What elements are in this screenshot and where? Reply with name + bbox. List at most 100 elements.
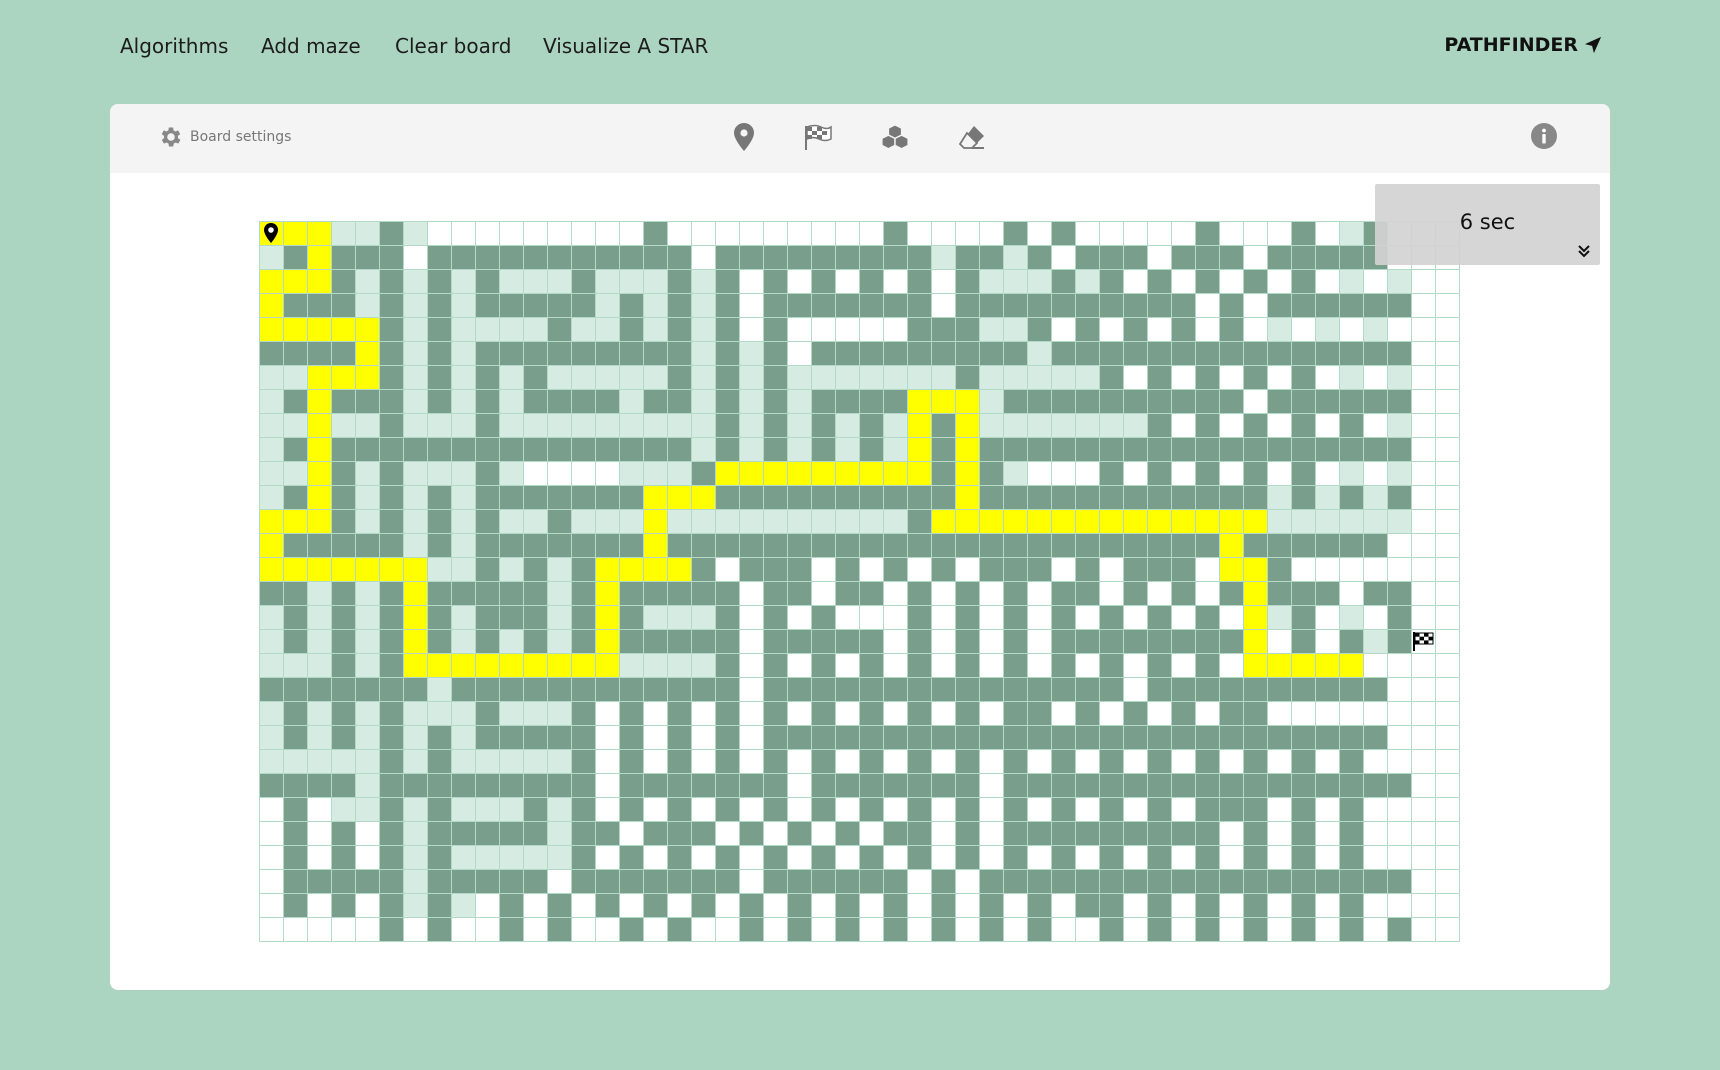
wall-cell[interactable] [763,533,788,558]
grid-cell[interactable] [1315,221,1340,246]
wall-cell[interactable] [811,869,836,894]
grid-cell[interactable] [1027,581,1052,606]
wall-cell[interactable] [571,629,596,654]
wall-cell[interactable] [1243,893,1268,918]
wall-cell[interactable] [883,245,908,270]
path-cell[interactable] [499,653,524,678]
visited-cell[interactable] [307,581,332,606]
visited-cell[interactable] [1387,365,1412,390]
wall-cell[interactable] [1099,773,1124,798]
wall-cell[interactable] [1123,629,1148,654]
wall-cell[interactable] [835,917,860,942]
wall-cell[interactable] [1363,773,1388,798]
visited-cell[interactable] [811,509,836,534]
wall-cell[interactable] [1243,725,1268,750]
wall-cell[interactable] [1339,773,1364,798]
path-cell[interactable] [355,365,380,390]
visited-cell[interactable] [667,461,692,486]
wall-cell[interactable] [1315,725,1340,750]
visited-cell[interactable] [475,749,500,774]
visited-cell[interactable] [547,749,572,774]
wall-cell[interactable] [835,725,860,750]
wall-cell[interactable] [619,701,644,726]
wall-cell[interactable] [811,293,836,318]
wall-cell[interactable] [1027,389,1052,414]
visited-cell[interactable] [259,485,284,510]
wall-cell[interactable] [1003,677,1028,702]
wall-cell[interactable] [787,917,812,942]
wall-cell[interactable] [1123,581,1148,606]
grid-cell[interactable] [667,893,692,918]
wall-cell[interactable] [715,293,740,318]
wall-cell[interactable] [835,869,860,894]
wall-cell[interactable] [1315,245,1340,270]
grid-cell[interactable] [1243,221,1268,246]
grid-cell[interactable] [1435,461,1460,486]
grid-cell[interactable] [523,893,548,918]
wall-cell[interactable] [1147,365,1172,390]
visited-cell[interactable] [307,701,332,726]
wall-cell[interactable] [571,245,596,270]
grid-cell[interactable] [907,557,932,582]
grid-cell[interactable] [739,869,764,894]
wall-cell[interactable] [1099,269,1124,294]
wall-cell[interactable] [1075,245,1100,270]
grid-cell[interactable] [1315,797,1340,822]
visited-cell[interactable] [691,293,716,318]
wall-cell[interactable] [499,437,524,462]
wall-cell[interactable] [1147,461,1172,486]
wall-cell[interactable] [595,341,620,366]
wall-cell[interactable] [1027,773,1052,798]
grid-cell[interactable] [1123,653,1148,678]
grid-cell[interactable] [1411,485,1436,510]
visited-cell[interactable] [523,317,548,342]
visited-cell[interactable] [355,509,380,534]
wall-cell[interactable] [1339,893,1364,918]
visited-cell[interactable] [499,365,524,390]
grid-cell[interactable] [691,797,716,822]
eraser-tool[interactable] [957,122,987,152]
wall-cell[interactable] [715,581,740,606]
grid-cell[interactable] [1123,893,1148,918]
visited-cell[interactable] [403,413,428,438]
weight-tool[interactable] [880,122,910,152]
grid-cell[interactable] [259,845,284,870]
wall-cell[interactable] [643,821,668,846]
grid-cell[interactable] [1315,629,1340,654]
visited-cell[interactable] [1315,317,1340,342]
path-cell[interactable] [523,653,548,678]
wall-cell[interactable] [331,845,356,870]
wall-cell[interactable] [1003,869,1028,894]
wall-cell[interactable] [523,389,548,414]
wall-cell[interactable] [715,437,740,462]
visited-cell[interactable] [595,269,620,294]
wall-cell[interactable] [1315,869,1340,894]
grid-cell[interactable] [1027,749,1052,774]
grid-cell[interactable] [1147,221,1172,246]
visited-cell[interactable] [1267,485,1292,510]
wall-cell[interactable] [859,413,884,438]
wall-cell[interactable] [1243,701,1268,726]
visited-cell[interactable] [475,797,500,822]
grid-cell[interactable] [1387,533,1412,558]
grid-cell[interactable] [979,749,1004,774]
wall-cell[interactable] [451,677,476,702]
grid-cell[interactable] [1243,293,1268,318]
wall-cell[interactable] [499,245,524,270]
visited-cell[interactable] [715,509,740,534]
visited-cell[interactable] [691,269,716,294]
grid-cell[interactable] [1123,461,1148,486]
visited-cell[interactable] [499,413,524,438]
wall-cell[interactable] [1075,629,1100,654]
visited-cell[interactable] [1027,413,1052,438]
wall-cell[interactable] [667,629,692,654]
wall-cell[interactable] [1051,221,1076,246]
grid-cell[interactable] [1123,269,1148,294]
grid-cell[interactable] [451,917,476,942]
grid-cell[interactable] [1003,917,1028,942]
visited-cell[interactable] [451,341,476,366]
grid-cell[interactable] [1411,773,1436,798]
wall-cell[interactable] [1363,725,1388,750]
wall-cell[interactable] [955,245,980,270]
visited-cell[interactable] [499,749,524,774]
